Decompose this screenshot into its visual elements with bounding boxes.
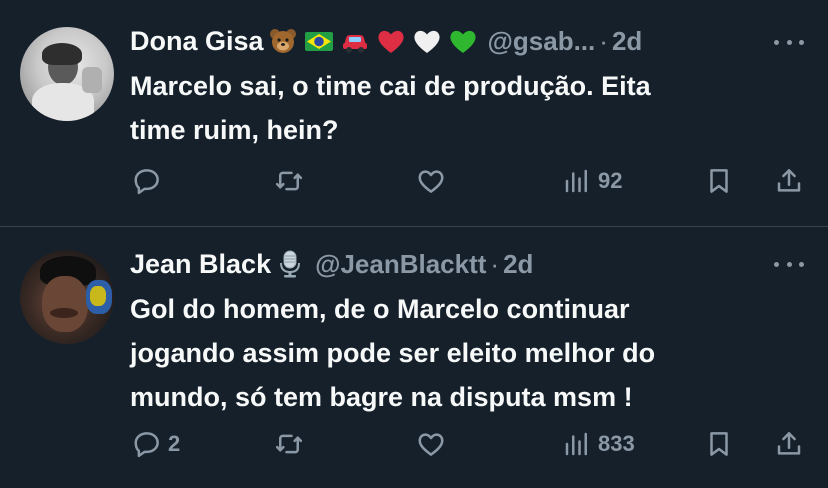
name-emojis — [275, 249, 305, 279]
microphone-emoji — [275, 249, 305, 279]
share-button[interactable] — [774, 161, 804, 201]
red-car-emoji — [340, 26, 370, 56]
handle[interactable]: @gsab... — [488, 26, 596, 57]
share-icon — [777, 432, 801, 455]
timestamp[interactable]: 2d — [503, 249, 533, 280]
retweet-button[interactable] — [274, 161, 304, 201]
views-button[interactable]: 833 — [562, 424, 635, 464]
name-emojis — [268, 26, 478, 56]
red-heart-emoji — [376, 26, 406, 56]
tweet-text: Gol do homem, de o Marcelo continuar jog… — [130, 294, 656, 412]
views-count: 833 — [598, 431, 635, 456]
tweet-actions: 2 833 — [0, 424, 828, 464]
like-button[interactable] — [416, 424, 446, 464]
heart-icon — [418, 433, 444, 456]
more-options-icon[interactable] — [774, 258, 804, 270]
bookmark-button[interactable] — [704, 424, 734, 464]
retweet-icon — [275, 171, 303, 191]
reply-button[interactable]: 2 — [132, 424, 180, 464]
reply-button[interactable] — [132, 161, 168, 201]
retweet-button[interactable] — [274, 424, 304, 464]
bookmark-icon — [710, 169, 728, 193]
tweet-text: Marcelo sai, o time cai de produção. Eit… — [130, 71, 651, 145]
views-icon — [565, 432, 587, 456]
handle[interactable]: @JeanBlacktt — [315, 249, 486, 280]
more-options-icon[interactable] — [774, 36, 804, 48]
tweet[interactable]: Jean Black @JeanBlacktt · 2d Gol do home… — [0, 227, 828, 488]
heart-icon — [418, 170, 444, 193]
like-button[interactable] — [416, 161, 446, 201]
tweet-header: Dona Gisa @gsab... · 2d — [130, 24, 642, 58]
views-icon — [565, 169, 587, 193]
avatar[interactable] — [20, 27, 114, 121]
display-name[interactable]: Jean Black — [130, 249, 271, 280]
share-icon — [777, 169, 801, 192]
avatar[interactable] — [20, 250, 114, 344]
white-heart-emoji — [412, 26, 442, 56]
separator: · — [490, 248, 500, 279]
views-button[interactable]: 92 — [562, 161, 622, 201]
timeline-feed: Dona Gisa @gsab... · 2d Marcelo sai, o t… — [0, 0, 828, 488]
share-button[interactable] — [774, 424, 804, 464]
reply-count: 2 — [168, 431, 181, 456]
bear-emoji — [268, 26, 298, 56]
bookmark-button[interactable] — [704, 161, 734, 201]
tweet-header: Jean Black @JeanBlacktt · 2d — [130, 247, 533, 281]
tweet-actions: 92 — [0, 161, 828, 201]
reply-icon — [134, 432, 159, 458]
reply-icon — [134, 169, 159, 195]
views-count: 92 — [598, 168, 623, 193]
separator: · — [599, 25, 608, 56]
retweet-icon — [275, 434, 303, 454]
timestamp[interactable]: 2d — [612, 26, 642, 57]
green-heart-emoji — [448, 26, 478, 56]
brazil-flag-emoji — [304, 26, 334, 56]
tweet[interactable]: Dona Gisa @gsab... · 2d Marcelo sai, o t… — [0, 0, 828, 226]
display-name[interactable]: Dona Gisa — [130, 26, 264, 57]
bookmark-icon — [710, 432, 728, 456]
